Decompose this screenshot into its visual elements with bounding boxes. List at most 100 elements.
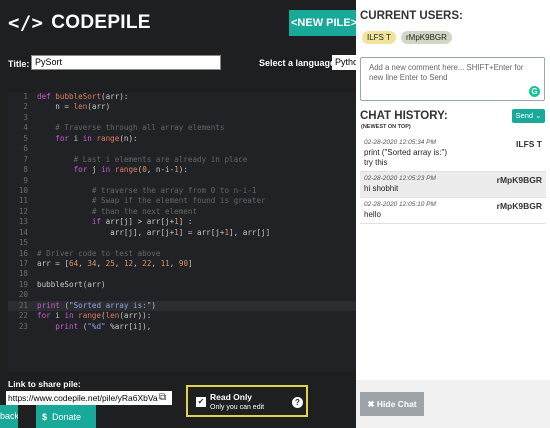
code-text: print ("Sorted array is:") xyxy=(37,300,156,310)
code-text: n = len(arr) xyxy=(37,102,111,112)
message-text: hi shobhit xyxy=(364,184,399,193)
dollar-icon: $ xyxy=(42,411,48,422)
read-only-toggle[interactable]: ✔ Read Only Only you can edit ? xyxy=(186,385,308,417)
send-label: Send xyxy=(515,111,534,120)
hide-chat-label: Hide Chat xyxy=(376,399,417,409)
send-button[interactable]: Send ⌄ xyxy=(512,109,545,123)
code-line[interactable]: 22 for i in range(len(arr)): xyxy=(8,311,356,321)
line-number: 19 xyxy=(18,279,28,289)
code-line[interactable]: 1 def bubbleSort(arr): xyxy=(8,92,356,102)
hide-chat-button[interactable]: ✖ Hide Chat xyxy=(360,392,424,416)
code-line[interactable]: 15 xyxy=(8,238,356,248)
message-text: hello xyxy=(364,210,381,219)
code-line[interactable]: 11 # Swap if the element found is greate… xyxy=(8,196,356,206)
code-line[interactable]: 9 xyxy=(8,176,356,186)
line-number: 2 xyxy=(23,102,28,112)
help-icon[interactable]: ? xyxy=(292,397,303,408)
title-input[interactable]: PySort xyxy=(31,55,221,70)
code-line[interactable]: 3 xyxy=(8,113,356,123)
current-users-title: CURRENT USERS: xyxy=(360,10,463,22)
line-number: 14 xyxy=(18,227,28,237)
comment-input[interactable]: Add a new comment here... SHIFT+Enter fo… xyxy=(360,57,545,101)
close-icon: ✖ xyxy=(367,398,377,409)
chat-message: 02-28-2020 12:05:10 PM rMpK9BGR hello xyxy=(360,198,546,224)
code-text: # than the next element xyxy=(37,206,198,216)
line-number: 15 xyxy=(18,238,28,248)
donate-button[interactable]: $ Donate xyxy=(36,405,96,428)
code-line[interactable]: 17 arr = [64, 34, 25, 12, 22, 11, 90] xyxy=(8,259,356,269)
read-only-subtitle: Only you can edit xyxy=(210,404,265,411)
code-line[interactable]: 16 # Driver code to test above xyxy=(8,249,356,259)
line-number: 22 xyxy=(18,311,28,321)
language-label: Select a language: xyxy=(259,58,339,68)
message-user: ILFS T xyxy=(516,139,542,149)
code-text: for i in range(len(arr)): xyxy=(37,311,152,321)
logo-text: CODEPILE xyxy=(51,12,151,33)
code-line[interactable]: 23 print ("%d" %arr[i]), xyxy=(8,322,356,332)
code-text: for i in range(n): xyxy=(37,133,138,143)
message-user: rMpK9BGR xyxy=(496,201,542,211)
chat-history-title: CHAT HISTORY: xyxy=(360,110,448,122)
title-label: Title: xyxy=(8,59,30,69)
checkbox-checked-icon[interactable]: ✔ xyxy=(196,397,206,407)
code-line[interactable]: 20 xyxy=(8,290,356,300)
copy-icon[interactable]: ⧉ xyxy=(159,392,170,404)
line-number: 1 xyxy=(23,92,28,101)
chat-message: 02-28-2020 12:05:34 PM ILFS T print ("So… xyxy=(360,136,546,172)
code-text: if arr[j] > arr[j+1] : xyxy=(37,217,193,227)
line-number: 8 xyxy=(23,165,28,175)
code-text: # Driver code to test above xyxy=(37,248,161,258)
line-number: 18 xyxy=(18,269,28,279)
back-button[interactable]: back xyxy=(0,405,18,428)
share-link-label: Link to share pile: xyxy=(8,379,81,389)
code-text: for j in range(0, n-i-1): xyxy=(37,165,188,175)
chat-sidebar: CURRENT USERS: ILFS T rMpK9BGR Add a new… xyxy=(356,0,550,428)
codepile-logo[interactable]: </> CODEPILE xyxy=(8,10,151,36)
line-number: 16 xyxy=(18,248,28,258)
code-text: # Swap if the element found is greater xyxy=(37,196,266,206)
share-link-input[interactable]: https://www.codepile.net/pile/yRa6XbVa xyxy=(6,391,172,405)
line-number: 10 xyxy=(18,185,28,195)
code-line[interactable]: 14 arr[j], arr[j+1] = arr[j+1], arr[j] xyxy=(8,228,356,238)
line-number: 7 xyxy=(23,154,28,164)
line-number: 21 xyxy=(18,300,28,310)
line-number: 9 xyxy=(23,175,28,185)
code-line[interactable]: 6 xyxy=(8,144,356,154)
line-number: 6 xyxy=(23,144,28,154)
code-line[interactable]: 10 # traverse the array from 0 to n-i-1 xyxy=(8,186,356,196)
code-line[interactable]: 18 xyxy=(8,269,356,279)
code-line[interactable]: 12 # than the next element xyxy=(8,207,356,217)
chat-messages: 02-28-2020 12:05:34 PM ILFS T print ("So… xyxy=(360,136,546,224)
line-number: 13 xyxy=(18,217,28,227)
grammarly-icon[interactable]: G xyxy=(529,86,540,97)
code-text: # traverse the array from 0 to n-i-1 xyxy=(37,185,257,195)
user-badge: ILFS T xyxy=(362,31,396,44)
line-number: 12 xyxy=(18,206,28,216)
line-number: 23 xyxy=(18,321,28,331)
code-line[interactable]: 21 print ("Sorted array is:") xyxy=(8,300,356,312)
code-line[interactable]: 7 # Last i elements are already in place xyxy=(8,155,356,165)
donate-label: Donate xyxy=(52,411,82,422)
chat-panel: CURRENT USERS: ILFS T rMpK9BGR Add a new… xyxy=(356,0,550,380)
message-user: rMpK9BGR xyxy=(496,175,542,185)
code-line[interactable]: 2 n = len(arr) xyxy=(8,102,356,112)
code-line[interactable]: 19 bubbleSort(arr) xyxy=(8,280,356,290)
line-number: 11 xyxy=(18,196,28,206)
code-line[interactable]: 13 if arr[j] > arr[j+1] : xyxy=(8,217,356,227)
editor-panel: </> CODEPILE <NEW PILE> Title: PySort Se… xyxy=(0,0,356,428)
read-only-title: Read Only xyxy=(210,392,253,402)
code-line[interactable]: 8 for j in range(0, n-i-1): xyxy=(8,165,356,175)
message-text: print ("Sorted array is:") xyxy=(364,148,448,157)
code-text: print ("%d" %arr[i]), xyxy=(37,321,152,331)
new-pile-button[interactable]: <NEW PILE> xyxy=(289,10,356,36)
code-editor[interactable]: 1 def bubbleSort(arr): 2 n = len(arr) 3 4 # … xyxy=(8,92,356,372)
language-select[interactable]: Pytho xyxy=(332,55,356,70)
code-text: # Traverse through all array elements xyxy=(37,123,225,133)
code-line[interactable]: 4 # Traverse through all array elements xyxy=(8,123,356,133)
code-text: bubbleSort(arr) xyxy=(37,279,106,289)
code-line[interactable]: 5 for i in range(n): xyxy=(8,134,356,144)
code-text: # Last i elements are already in place xyxy=(37,154,248,164)
chevron-down-icon: ⌄ xyxy=(535,111,542,120)
line-number: 17 xyxy=(18,259,28,268)
message-text: try this xyxy=(364,158,388,167)
